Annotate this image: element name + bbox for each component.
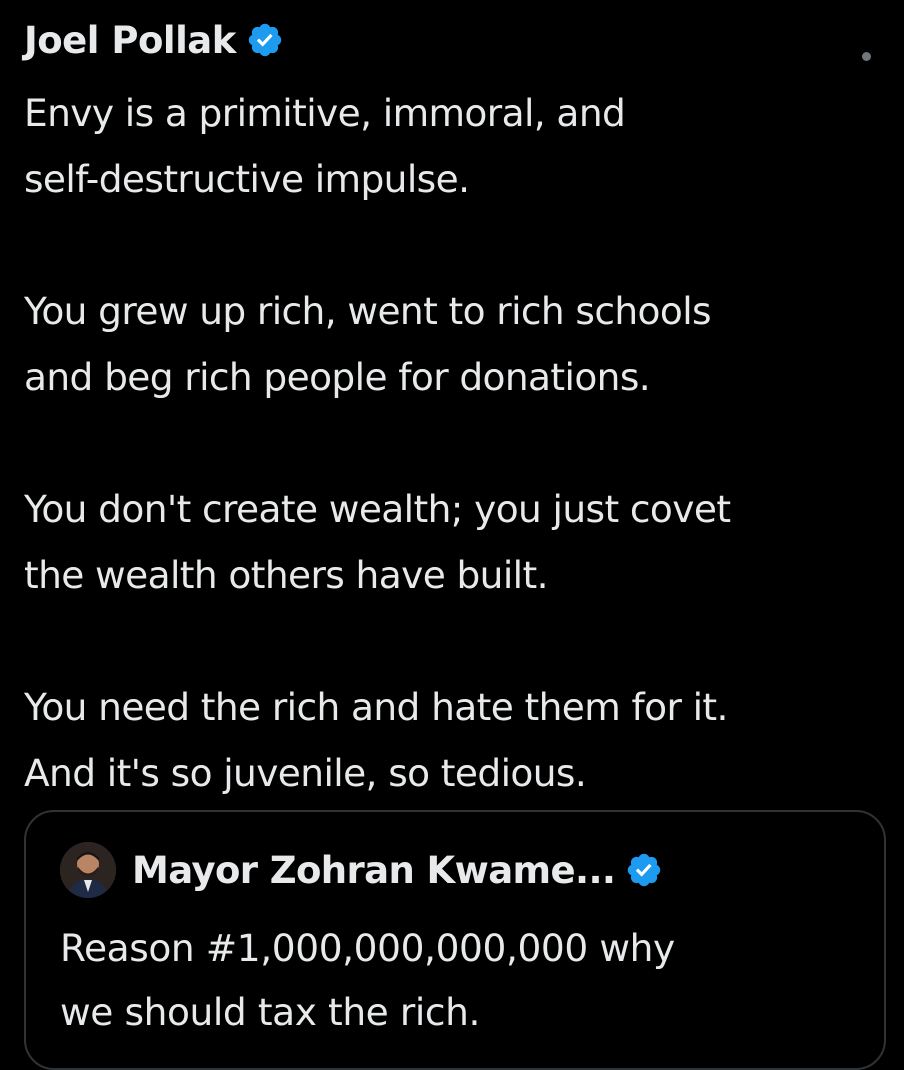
tweet-paragraph: You need the rich and hate them for it. …: [24, 685, 728, 795]
tweet-text: Envy is a primitive, immoral, and self-d…: [24, 80, 894, 872]
quoted-tweet-card[interactable]: Mayor Zohran Kwame... Reason #1,000,000,…: [24, 810, 886, 1070]
avatar[interactable]: [60, 842, 116, 898]
verified-badge-icon[interactable]: [625, 851, 663, 889]
quoted-tweet-header: Mayor Zohran Kwame...: [60, 842, 663, 898]
author-name[interactable]: Joel Pollak: [24, 19, 236, 62]
screen: { "tweet": { "author_name": "Joel Pollak…: [0, 0, 904, 1070]
tweet: Joel Pollak Envy is a primitive, immoral…: [24, 12, 894, 795]
tweet-paragraph: Envy is a primitive, immoral, and self-d…: [24, 91, 626, 201]
quoted-author-name[interactable]: Mayor Zohran Kwame...: [132, 849, 616, 892]
tweet-paragraph: You grew up rich, went to rich schools a…: [24, 289, 712, 399]
quoted-tweet-text: Reason #1,000,000,000,000 why we should …: [60, 926, 675, 1034]
more-options-icon[interactable]: [862, 52, 871, 61]
verified-badge-icon[interactable]: [246, 21, 284, 59]
tweet-paragraph: You don't create wealth; you just covet …: [24, 487, 731, 597]
tweet-header: Joel Pollak: [24, 12, 894, 68]
